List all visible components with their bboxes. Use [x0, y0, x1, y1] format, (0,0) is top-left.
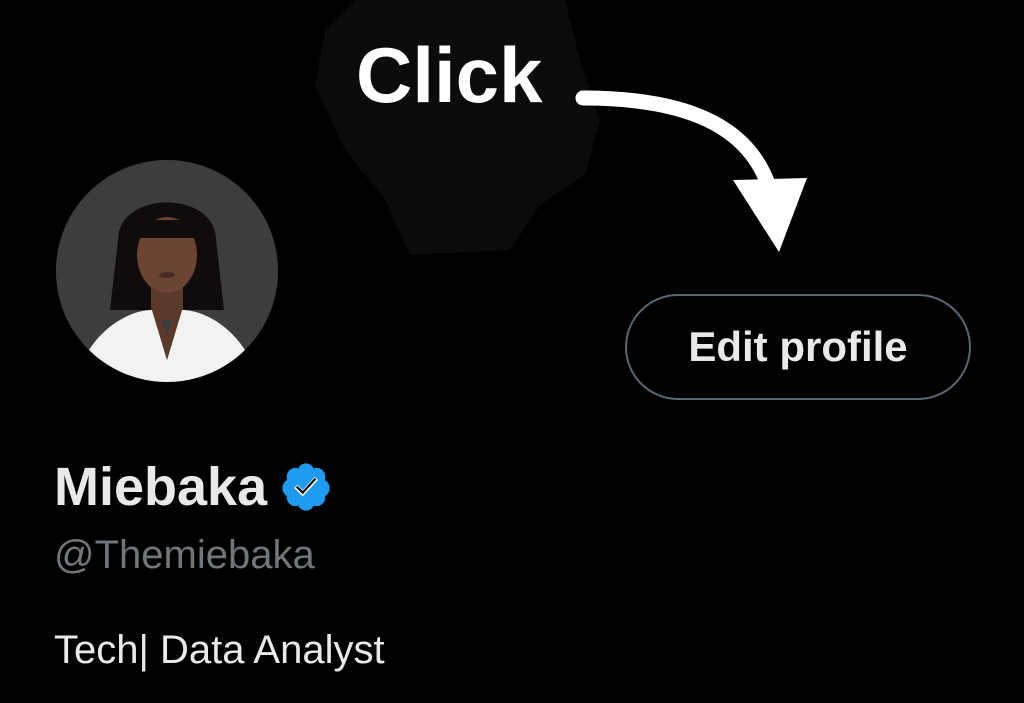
verified-badge-icon[interactable]	[279, 460, 333, 514]
display-name-row: Miebaka	[54, 452, 333, 522]
profile-handle: @Themiebaka	[54, 533, 315, 577]
display-name: Miebaka	[54, 457, 268, 517]
profile-bio: Tech| Data Analyst	[54, 628, 385, 672]
edit-profile-button[interactable]: Edit profile	[625, 294, 971, 400]
arrow-annotation-icon	[575, 90, 807, 252]
click-annotation: Click	[356, 31, 543, 119]
profile-screen: Click Edit profile Miebaka @Themiebaka T…	[0, 0, 1024, 703]
avatar[interactable]	[56, 160, 278, 382]
avatar-photo	[56, 160, 278, 382]
